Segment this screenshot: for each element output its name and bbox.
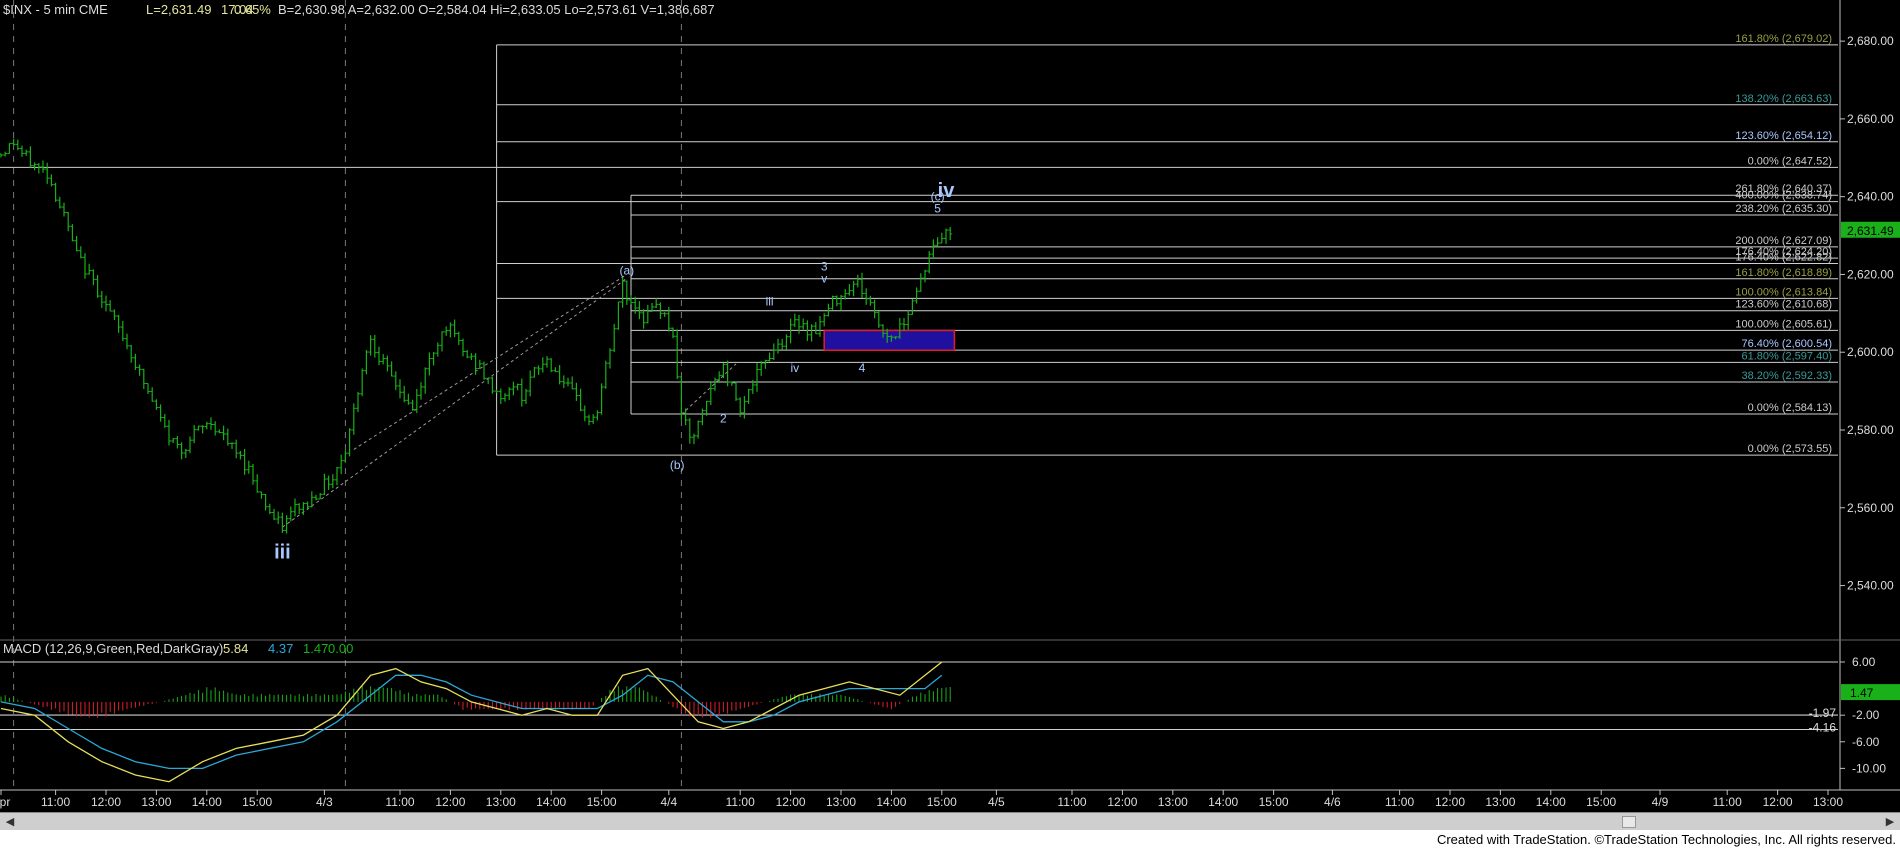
channel-line (353, 274, 628, 450)
time-tick-label: 15:00 (242, 795, 272, 809)
fib-level-label: 100.00% (2,613.84) (1735, 286, 1832, 298)
macd-line (0, 661, 943, 783)
time-tick-label: 11:00 (41, 795, 70, 809)
ohlc-label: B=2,630.98 A=2,632.00 O=2,584.04 Hi=2,63… (278, 2, 715, 17)
time-tick-label: 14:00 (876, 795, 906, 809)
symbol-label: $INX - 5 min CME (3, 2, 108, 17)
time-tick-label: 4/5 (988, 795, 1005, 809)
fib-level-label: 0.00% (2,573.55) (1748, 443, 1832, 455)
pct-change-label: 0.65% (234, 2, 271, 17)
target-zone-box (823, 329, 956, 352)
macd-tick-label: -10.00 (1852, 761, 1886, 775)
time-tick-label: 11:00 (726, 795, 755, 809)
chart-canvas: 161.80% (2,679.02) 138.20% (2,663.63) 123.… (0, 0, 1900, 809)
time-tick-label: 14:00 (1536, 795, 1566, 809)
time-tick-label: 12:00 (435, 795, 465, 809)
price-tick-label: 2,580.00 (1847, 423, 1894, 437)
channel-line (282, 277, 628, 528)
hist-value: 1.47 (303, 641, 329, 656)
last-price-label: L=2,631.49 (146, 2, 212, 17)
footer: Created with TradeStation. ©TradeStation… (0, 830, 1900, 850)
time-tick-label: 15:00 (1259, 795, 1289, 809)
wave-label: iv (938, 180, 956, 202)
last-price-tag-label: 2,631.49 (1847, 224, 1894, 238)
fib-level-label: 0.00% (2,584.13) (1748, 402, 1832, 414)
horizontal-scrollbar[interactable]: ◀ ▶ (0, 812, 1900, 831)
time-tick-label: 11:00 (1057, 795, 1086, 809)
copyright-text: Created with TradeStation. ©TradeStation… (1436, 832, 1896, 847)
time-tick-label: 4/4 (660, 795, 677, 809)
fib-level-label: 200.00% (2,627.09) (1735, 235, 1832, 247)
fib-level-label: 176.40% (2,622.82) (1735, 251, 1832, 263)
macd-tick-label: -6.00 (1852, 735, 1880, 749)
wave-label: iii (274, 542, 291, 564)
time-tick-label: 14:00 (1208, 795, 1238, 809)
time-tick-label: 13:00 (141, 795, 171, 809)
time-tick-label: 11:00 (1385, 795, 1414, 809)
time-tick-label: 12:00 (1763, 795, 1793, 809)
time-tick-label: 4/6 (1324, 795, 1341, 809)
wave-label: 2 (720, 411, 727, 425)
time-tick-label: 11:00 (385, 795, 414, 809)
time-tick-label: 14:00 (536, 795, 566, 809)
time-tick-label: 12:00 (776, 795, 806, 809)
time-tick-label: 15:00 (1586, 795, 1616, 809)
fib-level-label: 138.20% (2,663.63) (1735, 93, 1832, 105)
scroll-right-icon[interactable]: ▶ (1882, 813, 1898, 831)
price-tick-label: 2,680.00 (1847, 34, 1894, 48)
time-tick-label: 12:00 (1107, 795, 1137, 809)
wave-label: (a) (619, 264, 634, 278)
wave-label: (b) (670, 458, 685, 472)
fib-level-label: 100.00% (2,605.61) (1735, 318, 1832, 330)
fib-level-label: 123.60% (2,610.68) (1735, 299, 1832, 311)
fib-level-label: 38.20% (2,592.33) (1741, 370, 1832, 382)
fib-level-label: 61.80% (2,597.40) (1741, 350, 1832, 362)
price-tick-label: 2,620.00 (1847, 267, 1894, 281)
fib-level-label: 238.20% (2,635.30) (1735, 203, 1832, 215)
fib-level-label: 400.00% (2,638.74) (1735, 190, 1832, 202)
wave-label: iii (766, 295, 774, 309)
macd-current-label: 1.47 (1850, 686, 1874, 700)
time-tick-label: 15:00 (927, 795, 957, 809)
macd-level-label: -4.16 (1809, 721, 1837, 735)
fib-level-label: 0.00% (2,647.52) (1748, 155, 1832, 167)
macd-tick-label: 6.00 (1852, 655, 1876, 669)
wave-label: iv (790, 361, 799, 375)
macd-title: MACD (12,26,9,Green,Red,DarkGray) (3, 641, 224, 656)
time-tick-label: 13:00 (1813, 795, 1843, 809)
price-tick-label: 2,560.00 (1847, 501, 1894, 515)
signal-line (0, 674, 943, 770)
price-tick-label: 2,600.00 (1847, 345, 1894, 359)
fib-level-label: 161.80% (2,618.89) (1735, 267, 1832, 279)
wave-label: v (821, 271, 827, 285)
time-tick-label: 13:00 (1158, 795, 1188, 809)
time-tick-label: 13:00 (1485, 795, 1515, 809)
macd-level-label: -1.97 (1809, 706, 1837, 720)
time-tick-label: 12:00 (1435, 795, 1465, 809)
fib-level-label: 76.40% (2,600.54) (1741, 338, 1832, 350)
time-tick-label: 14:00 (192, 795, 222, 809)
fib-level-label: 161.80% (2,679.02) (1735, 33, 1832, 45)
time-tick-label: 15:00 (587, 795, 617, 809)
fib-level-label: 123.60% (2,654.12) (1735, 130, 1832, 142)
time-tick-label: 13:00 (826, 795, 856, 809)
scroll-thumb[interactable] (1622, 816, 1636, 828)
scroll-left-icon[interactable]: ◀ (2, 813, 18, 831)
macd-tick-label: -2.00 (1852, 708, 1880, 722)
time-tick-label: 4/9 (1652, 795, 1669, 809)
price-tick-label: 2,660.00 (1847, 112, 1894, 126)
signal-value: 4.37 (268, 641, 294, 656)
time-tick-label: 13:00 (486, 795, 516, 809)
time-tick-label: Apr (0, 795, 10, 809)
price-tick-label: 2,540.00 (1847, 579, 1894, 593)
time-tick-label: 4/3 (316, 795, 333, 809)
wave-label: 4 (859, 361, 866, 375)
macd-value: 5.84 (223, 641, 249, 656)
zero-value: 0.00 (328, 641, 354, 656)
time-tick-label: 12:00 (91, 795, 121, 809)
time-tick-label: 11:00 (1713, 795, 1742, 809)
price-tick-label: 2,640.00 (1847, 190, 1894, 204)
